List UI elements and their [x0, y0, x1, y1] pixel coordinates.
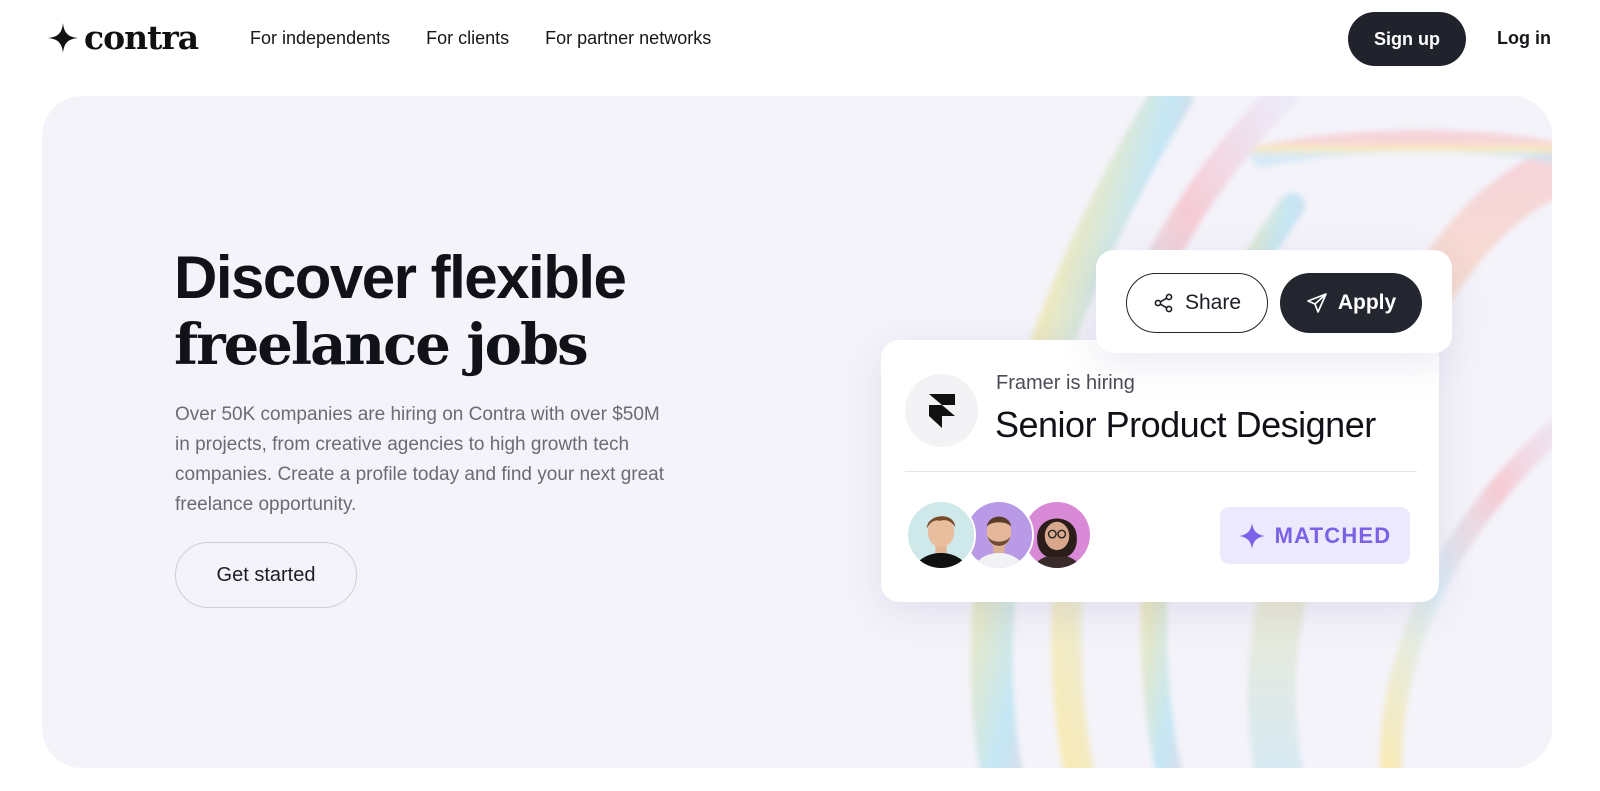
card-divider — [905, 471, 1417, 472]
job-actions-card: Share Apply — [1096, 250, 1452, 353]
log-in-link[interactable]: Log in — [1497, 26, 1551, 50]
hero-title: Discover flexible freelance jobs — [174, 244, 774, 378]
share-label: Share — [1184, 291, 1242, 314]
sparkle-icon — [1238, 522, 1265, 549]
apply-label: Apply — [1337, 291, 1397, 314]
hiring-text: Framer is hiring — [996, 372, 1135, 394]
hero-title-line-2: freelance jobs — [174, 312, 589, 378]
brand-name: contra — [84, 18, 199, 57]
nav-link-for-independents[interactable]: For independents — [250, 26, 390, 50]
job-card[interactable]: Framer is hiring Senior Product Designer — [881, 340, 1439, 602]
hero-section: Discover flexible freelance jobs Over 50… — [42, 96, 1552, 768]
get-started-button[interactable]: Get started — [175, 542, 357, 608]
top-navigation: contra For independents For clients For … — [0, 0, 1600, 78]
job-title: Senior Product Designer — [995, 404, 1376, 445]
hero-title-line-1: Discover flexible — [174, 244, 627, 311]
nav-link-for-clients[interactable]: For clients — [426, 26, 509, 50]
apply-button[interactable]: Apply — [1280, 273, 1422, 333]
contra-logo[interactable]: contra — [48, 18, 199, 57]
sign-up-button[interactable]: Sign up — [1348, 12, 1466, 66]
matched-badge: MATCHED — [1220, 507, 1410, 564]
company-logo — [905, 374, 978, 447]
nav-links: For independents For clients For partner… — [250, 26, 711, 50]
share-icon — [1154, 293, 1173, 313]
nav-link-for-partner-networks[interactable]: For partner networks — [545, 26, 711, 50]
framer-logo-icon — [928, 393, 955, 428]
share-button[interactable]: Share — [1126, 273, 1268, 333]
avatar — [906, 500, 976, 570]
matched-label: MATCHED — [1274, 522, 1392, 548]
hero-description: Over 50K companies are hiring on Contra … — [175, 404, 665, 515]
matched-avatars — [906, 500, 1096, 570]
four-point-star-icon — [48, 23, 78, 53]
paper-plane-icon — [1306, 293, 1327, 313]
